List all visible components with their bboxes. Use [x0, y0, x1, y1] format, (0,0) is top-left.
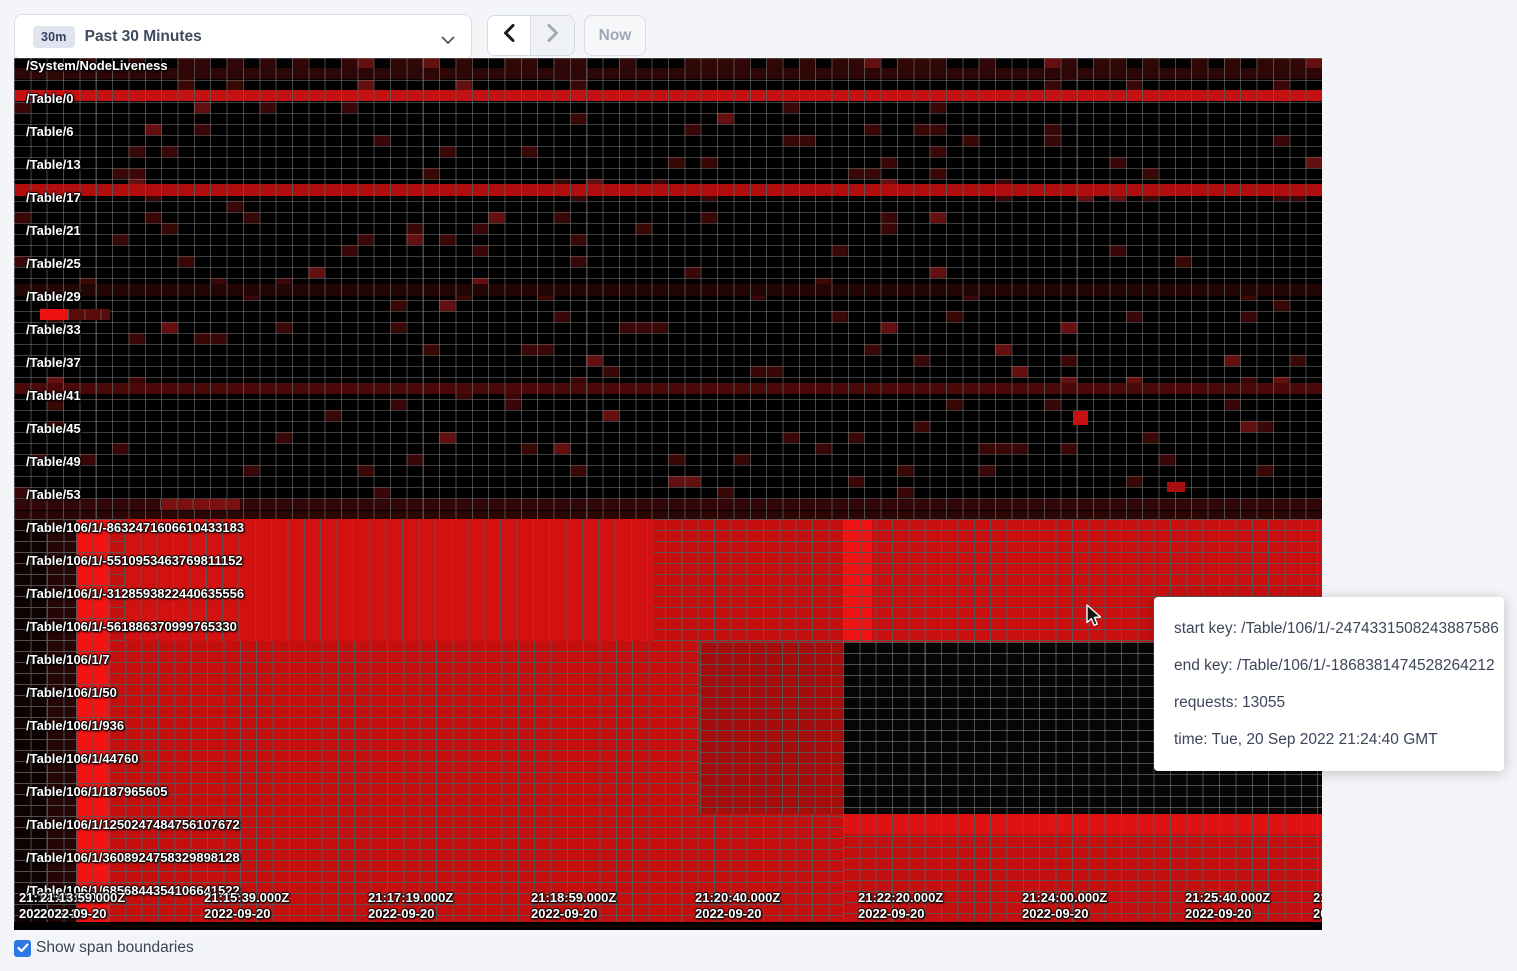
row-label: /Table/49	[26, 454, 81, 469]
row-label: /Table/41	[26, 388, 81, 403]
time-label: 21:20:40.000Z2022-09-20	[695, 890, 780, 922]
row-label: /Table/45	[26, 421, 81, 436]
key-visualizer-heatmap[interactable]: /System/NodeLiveness/Table/0/Table/6/Tab…	[14, 58, 1322, 930]
chevron-right-icon	[547, 24, 559, 47]
now-button[interactable]: Now	[584, 15, 646, 56]
time-label: 21:22:20.000Z2022-09-20	[858, 890, 943, 922]
row-label: /Table/37	[26, 355, 81, 370]
time-nav-group	[487, 15, 575, 56]
row-label: /Table/6	[26, 124, 73, 139]
row-label: /Table/106/1/-3128593822440635556	[26, 586, 244, 601]
row-label: /Table/106/1/187965605	[26, 784, 167, 799]
row-label: /Table/29	[26, 289, 81, 304]
time-range-dropdown[interactable]: 30m Past 30 Minutes	[14, 14, 472, 60]
chevron-left-icon	[503, 24, 515, 47]
time-range-label: Past 30 Minutes	[85, 28, 202, 46]
row-label: /Table/106/1/936	[26, 718, 124, 733]
row-label: /Table/106/1/-561886370999765330	[26, 619, 237, 634]
heatmap-region	[843, 814, 1322, 834]
row-label: /Table/106/1/-8632471606610433183	[26, 520, 244, 535]
heatmap-region	[700, 642, 843, 814]
prev-window-button[interactable]	[488, 16, 531, 55]
tooltip-start-key: start key: /Table/106/1/-247433150824388…	[1174, 610, 1484, 647]
heatmap-region	[14, 90, 1322, 101]
tooltip-end-key: end key: /Table/106/1/-18683814745282642…	[1174, 647, 1484, 684]
time-label: 21:15:39.000Z2022-09-20	[204, 890, 289, 922]
heatmap-region	[1073, 411, 1088, 425]
heatmap-region	[843, 519, 872, 642]
show-span-boundaries-label: Show span boundaries	[36, 939, 194, 957]
key-visualizer-page: 30m Past 30 Minutes Now /System/NodeLive…	[0, 0, 1517, 971]
heatmap-region	[14, 68, 1322, 79]
row-label: /System/NodeLiveness	[26, 58, 168, 73]
mouse-cursor-icon	[1084, 604, 1106, 633]
time-label: 21:25:40.000Z2022-09-20	[1185, 890, 1270, 922]
heatmap-region	[14, 922, 1322, 930]
time-label: 21:24:00.000Z2022-09-20	[1022, 890, 1107, 922]
heatmap-region	[14, 511, 1322, 519]
row-label: /Table/25	[26, 256, 81, 271]
row-label: /Table/106/1/3608924758329898128	[26, 850, 240, 865]
heatmap-region	[1167, 482, 1185, 492]
time-label: 21:18:59.000Z2022-09-20	[531, 890, 616, 922]
tooltip-time: time: Tue, 20 Sep 2022 21:24:40 GMT	[1174, 721, 1484, 758]
show-span-boundaries-checkbox[interactable]	[14, 940, 31, 957]
tooltip-requests: requests: 13055	[1174, 684, 1484, 721]
span-tooltip: start key: /Table/106/1/-247433150824388…	[1154, 597, 1504, 771]
row-label: /Table/21	[26, 223, 81, 238]
next-window-button[interactable]	[531, 16, 574, 55]
row-label: /Table/53	[26, 487, 81, 502]
row-label: /Table/106/1/7	[26, 652, 110, 667]
heatmap-region	[14, 184, 1322, 196]
row-label: /Table/17	[26, 190, 81, 205]
heatmap-region	[14, 284, 1322, 296]
heatmap-region	[160, 499, 240, 510]
row-label: /Table/106/1/-5510953463769811152	[26, 553, 243, 568]
time-label: 21:27:20.000Z2022-09-20	[1313, 890, 1322, 922]
row-label: /Table/106/1/1250247484756107672	[26, 817, 240, 832]
time-range-badge: 30m	[33, 26, 75, 48]
row-label: /Table/13	[26, 157, 81, 172]
chevron-down-icon	[441, 32, 455, 50]
heatmap-region	[40, 309, 68, 320]
row-label: /Table/106/1/50	[26, 685, 117, 700]
time-label: 21:13:59.000Z2022-09-20	[40, 890, 125, 922]
row-label: /Table/106/1/44760	[26, 751, 139, 766]
heatmap-region	[68, 309, 110, 320]
time-label: 21:17:19.000Z2022-09-20	[368, 890, 453, 922]
footer: Show span boundaries	[14, 939, 194, 957]
row-label: /Table/33	[26, 322, 81, 337]
row-label: /Table/0	[26, 91, 73, 106]
heatmap-region	[14, 383, 1322, 394]
